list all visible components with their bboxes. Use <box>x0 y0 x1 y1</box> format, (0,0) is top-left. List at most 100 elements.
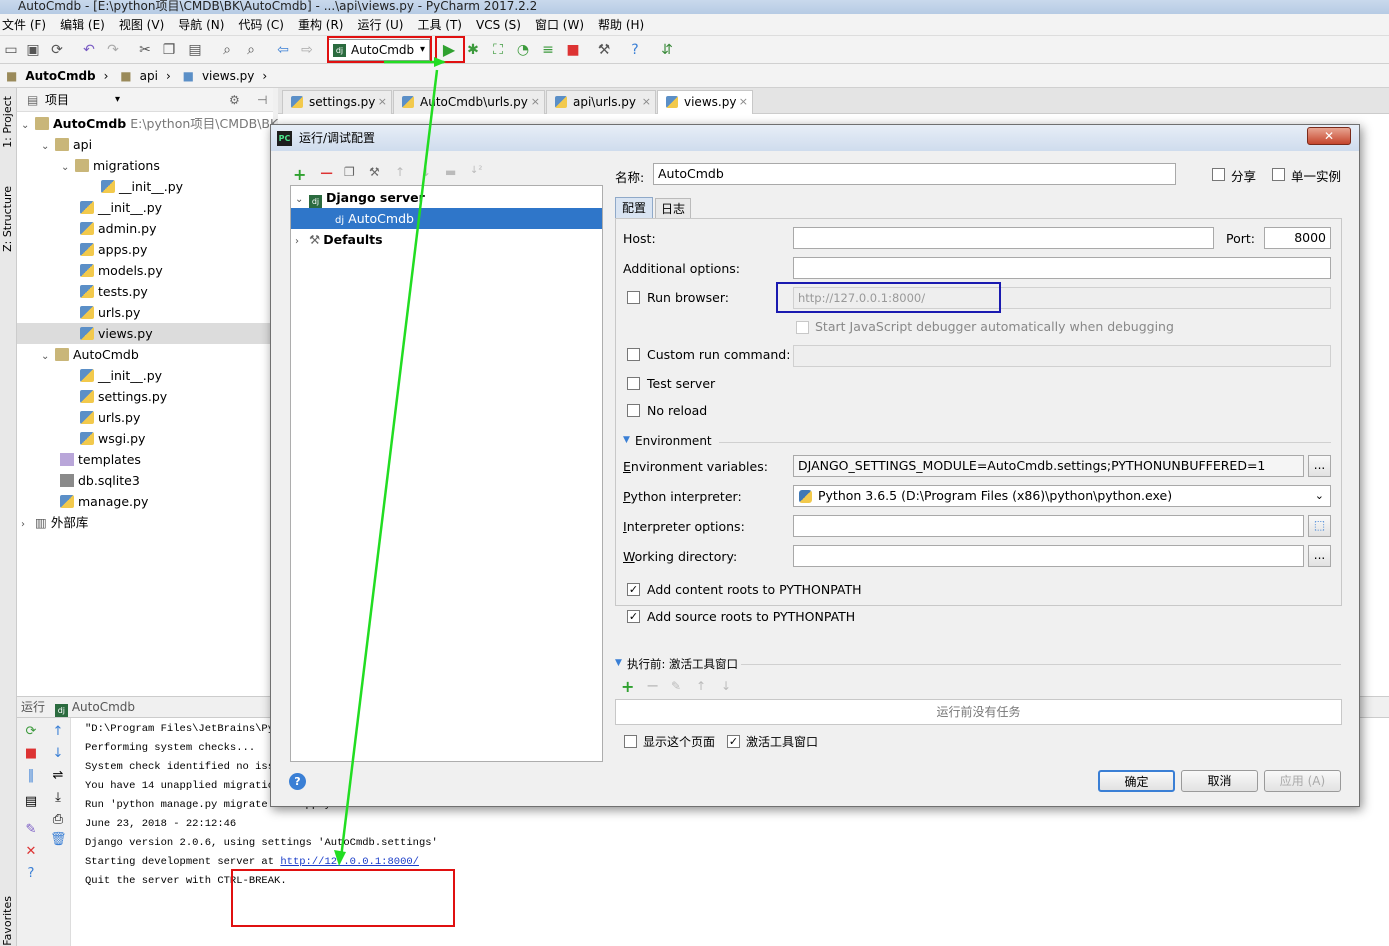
tree-item[interactable]: ⌄ AutoCmdb E:\python项目\CMDB\BK <box>21 113 278 134</box>
close-icon[interactable]: × <box>378 91 387 113</box>
open-icon[interactable]: ▭ <box>2 41 20 59</box>
pin-icon[interactable]: ✎ <box>23 822 39 838</box>
folder-icon[interactable]: ▬ <box>445 165 456 179</box>
tree-item[interactable]: ⌄ AutoCmdb <box>41 344 139 365</box>
ok-button[interactable]: 确定 <box>1098 770 1175 792</box>
share-checkbox[interactable] <box>1212 168 1225 181</box>
remove-task-icon[interactable]: − <box>646 676 659 695</box>
chevron-down-icon[interactable]: ▼ <box>615 658 622 668</box>
replace-icon[interactable]: ⌕ <box>242 41 260 59</box>
close-icon[interactable]: ✕ <box>23 844 39 860</box>
stop-icon[interactable]: ■ <box>23 746 39 762</box>
tree-item[interactable]: › ▥ 外部库 <box>21 512 88 533</box>
move-down-icon[interactable]: ↓ <box>421 165 431 179</box>
tree-item[interactable]: apps.py <box>80 239 147 260</box>
activate-window-checkbox[interactable]: ✓ <box>727 735 740 748</box>
hide-panel-icon[interactable]: ⊣ <box>257 88 267 112</box>
tree-item[interactable]: settings.py <box>80 386 167 407</box>
tree-item[interactable]: db.sqlite3 <box>60 470 140 491</box>
run-browser-checkbox[interactable] <box>627 291 640 304</box>
menu-view[interactable]: 视图 (V) <box>119 16 164 33</box>
menu-edit[interactable]: 编辑 (E) <box>60 16 105 33</box>
chevron-down-icon[interactable]: ▾ <box>115 88 120 112</box>
print-icon[interactable]: ⎙ <box>50 812 66 828</box>
scroll-end-icon[interactable]: ⤓ <box>50 790 66 806</box>
tab-config[interactable]: 配置 <box>615 197 653 219</box>
paste-icon[interactable]: ▤ <box>186 41 204 59</box>
tree-item[interactable]: manage.py <box>60 491 148 512</box>
custom-run-checkbox[interactable] <box>627 348 640 361</box>
layout-icon[interactable]: ▤ <box>23 794 39 810</box>
run-tab-label[interactable]: AutoCmdb <box>72 700 135 714</box>
copy-icon[interactable]: ❐ <box>344 165 355 179</box>
move-up-icon[interactable]: ↑ <box>696 679 706 693</box>
tree-item[interactable]: admin.py <box>80 218 156 239</box>
back-icon[interactable]: ⇦ <box>274 41 292 59</box>
debug-icon[interactable]: ✱ <box>464 41 482 59</box>
server-url-link[interactable]: http://127.0.0.1:8000/ <box>280 856 419 868</box>
vcs-icon[interactable]: ⇵ <box>658 41 676 59</box>
host-input[interactable] <box>793 227 1214 249</box>
coverage-icon[interactable]: ⛶ <box>489 41 507 59</box>
breadcrumb-file[interactable]: views.py <box>202 69 254 83</box>
close-icon[interactable]: ✕ <box>1307 127 1351 145</box>
content-roots-checkbox[interactable]: ✓ <box>627 583 640 596</box>
custom-run-input[interactable] <box>793 345 1331 367</box>
tab-logs[interactable]: 日志 <box>655 198 691 219</box>
move-up-icon[interactable]: ↑ <box>395 165 405 179</box>
tree-item[interactable]: views.py <box>80 323 153 344</box>
tree-item[interactable]: urls.py <box>80 407 140 428</box>
redo-icon[interactable]: ↷ <box>104 41 122 59</box>
trash-icon[interactable]: 🗑 <box>50 832 67 848</box>
tree-item[interactable]: __init__.py <box>80 365 162 386</box>
stop-icon[interactable]: ■ <box>564 41 582 59</box>
env-vars-browse-button[interactable]: ... <box>1308 455 1331 477</box>
show-page-checkbox[interactable] <box>624 735 637 748</box>
tab-settings[interactable]: settings.py × <box>282 90 392 114</box>
interpreter-options-input[interactable] <box>793 515 1304 537</box>
tree-item[interactable]: models.py <box>80 260 163 281</box>
favorites-tool-tab[interactable]: Favorites <box>1 896 14 946</box>
apply-button[interactable]: 应用 (A) <box>1264 770 1341 792</box>
sync-icon[interactable]: ⟳ <box>48 41 66 59</box>
remove-icon[interactable]: − <box>319 163 334 184</box>
tree-item[interactable]: urls.py <box>80 302 140 323</box>
close-icon[interactable]: × <box>739 91 748 113</box>
breadcrumb-api[interactable]: api <box>140 69 158 83</box>
settings-icon[interactable]: ⚒ <box>595 41 613 59</box>
gear-icon[interactable]: ⚙ <box>229 88 240 112</box>
source-roots-checkbox[interactable]: ✓ <box>627 610 640 623</box>
menu-window[interactable]: 窗口 (W) <box>535 16 584 33</box>
working-dir-input[interactable] <box>793 545 1304 567</box>
save-icon[interactable]: ▣ <box>24 41 42 59</box>
concurrency-icon[interactable]: ≡ <box>539 41 557 59</box>
profile-icon[interactable]: ◔ <box>514 41 532 59</box>
cut-icon[interactable]: ✂ <box>136 41 154 59</box>
tree-item[interactable]: __init__.py <box>80 197 162 218</box>
tree-item[interactable]: ⌄ api <box>41 134 92 155</box>
help-icon[interactable]: ? <box>23 866 39 882</box>
tab-views[interactable]: views.py × <box>657 90 753 114</box>
close-icon[interactable]: × <box>531 91 540 113</box>
find-icon[interactable]: ⌕ <box>218 41 236 59</box>
chevron-down-icon[interactable]: ▼ <box>623 435 630 445</box>
breadcrumb-project[interactable]: AutoCmdb <box>25 69 95 83</box>
add-task-icon[interactable]: + <box>621 677 634 696</box>
sort-icon[interactable]: ↓² <box>470 165 482 176</box>
rerun-icon[interactable]: ⟳ <box>23 724 39 740</box>
tree-item[interactable]: templates <box>60 449 141 470</box>
tree-item[interactable]: tests.py <box>80 281 148 302</box>
tree-group-defaults[interactable]: › ⚒ Defaults <box>291 229 602 250</box>
close-icon[interactable]: × <box>642 91 651 113</box>
expand-icon[interactable]: ⬚ <box>1308 515 1331 537</box>
tab-api-urls[interactable]: api\urls.py × <box>546 90 656 114</box>
menu-tools[interactable]: 工具 (T) <box>417 16 462 33</box>
help-icon[interactable]: ? <box>626 41 644 59</box>
menu-vcs[interactable]: VCS (S) <box>476 18 521 32</box>
pause-icon[interactable]: ‖ <box>23 768 39 784</box>
help-icon[interactable]: ? <box>289 773 306 790</box>
menu-code[interactable]: 代码 (C) <box>238 16 284 33</box>
port-input[interactable]: 8000 <box>1264 227 1331 249</box>
structure-tool-tab[interactable]: Z: Structure <box>1 186 14 252</box>
tree-item-autocmdb[interactable]: dj AutoCmdb <box>291 208 602 229</box>
